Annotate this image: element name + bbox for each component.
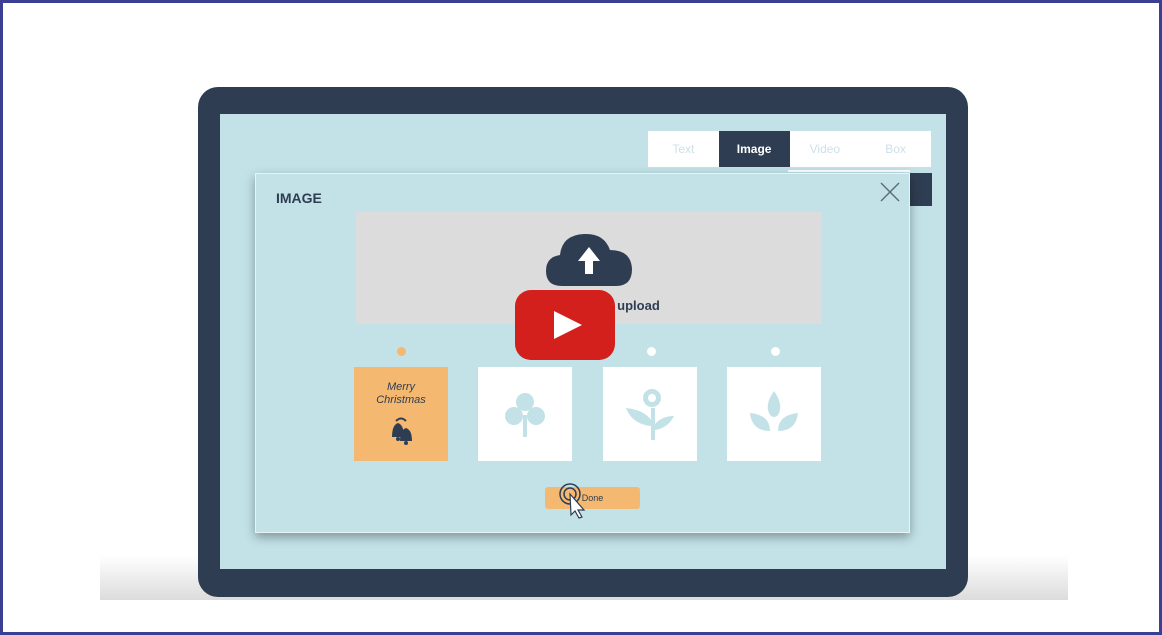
caption-line: Merry — [386, 381, 416, 393]
image-option-sprout[interactable] — [727, 367, 821, 461]
image-dialog: IMAGE Drop or click to upload M — [255, 173, 910, 533]
close-icon[interactable] — [878, 180, 902, 204]
bells-icon — [392, 417, 412, 445]
selection-dot — [397, 347, 406, 356]
tab-underline — [788, 170, 910, 172]
club-leaf-icon — [505, 393, 545, 437]
sprout-leaves-icon — [750, 391, 798, 431]
image-option-club[interactable] — [478, 367, 572, 461]
editor-tabs: Text Image Video Box — [648, 131, 931, 167]
christmas-caption: Merry Christmas — [376, 381, 426, 407]
dialog-title: IMAGE — [276, 190, 322, 206]
side-panel-edge — [910, 173, 932, 206]
tab-image[interactable]: Image — [718, 131, 790, 167]
laptop-screen: Text Image Video Box IMAGE Drop or click… — [220, 114, 946, 569]
tab-video[interactable]: Video — [790, 131, 861, 167]
cloud-upload-icon — [546, 233, 632, 286]
image-option-flower[interactable] — [603, 367, 697, 461]
laptop-bezel: Text Image Video Box IMAGE Drop or click… — [198, 87, 968, 597]
image-option-christmas[interactable]: Merry Christmas — [354, 367, 448, 461]
selection-dot — [771, 347, 780, 356]
done-button[interactable]: Done — [545, 487, 640, 509]
flower-icon — [626, 389, 674, 440]
caption-line: Christmas — [376, 394, 426, 406]
selection-dot — [647, 347, 656, 356]
tab-box[interactable]: Box — [860, 131, 931, 167]
play-icon — [554, 311, 582, 339]
video-play-button[interactable] — [515, 290, 615, 360]
tab-text[interactable]: Text — [648, 131, 719, 167]
